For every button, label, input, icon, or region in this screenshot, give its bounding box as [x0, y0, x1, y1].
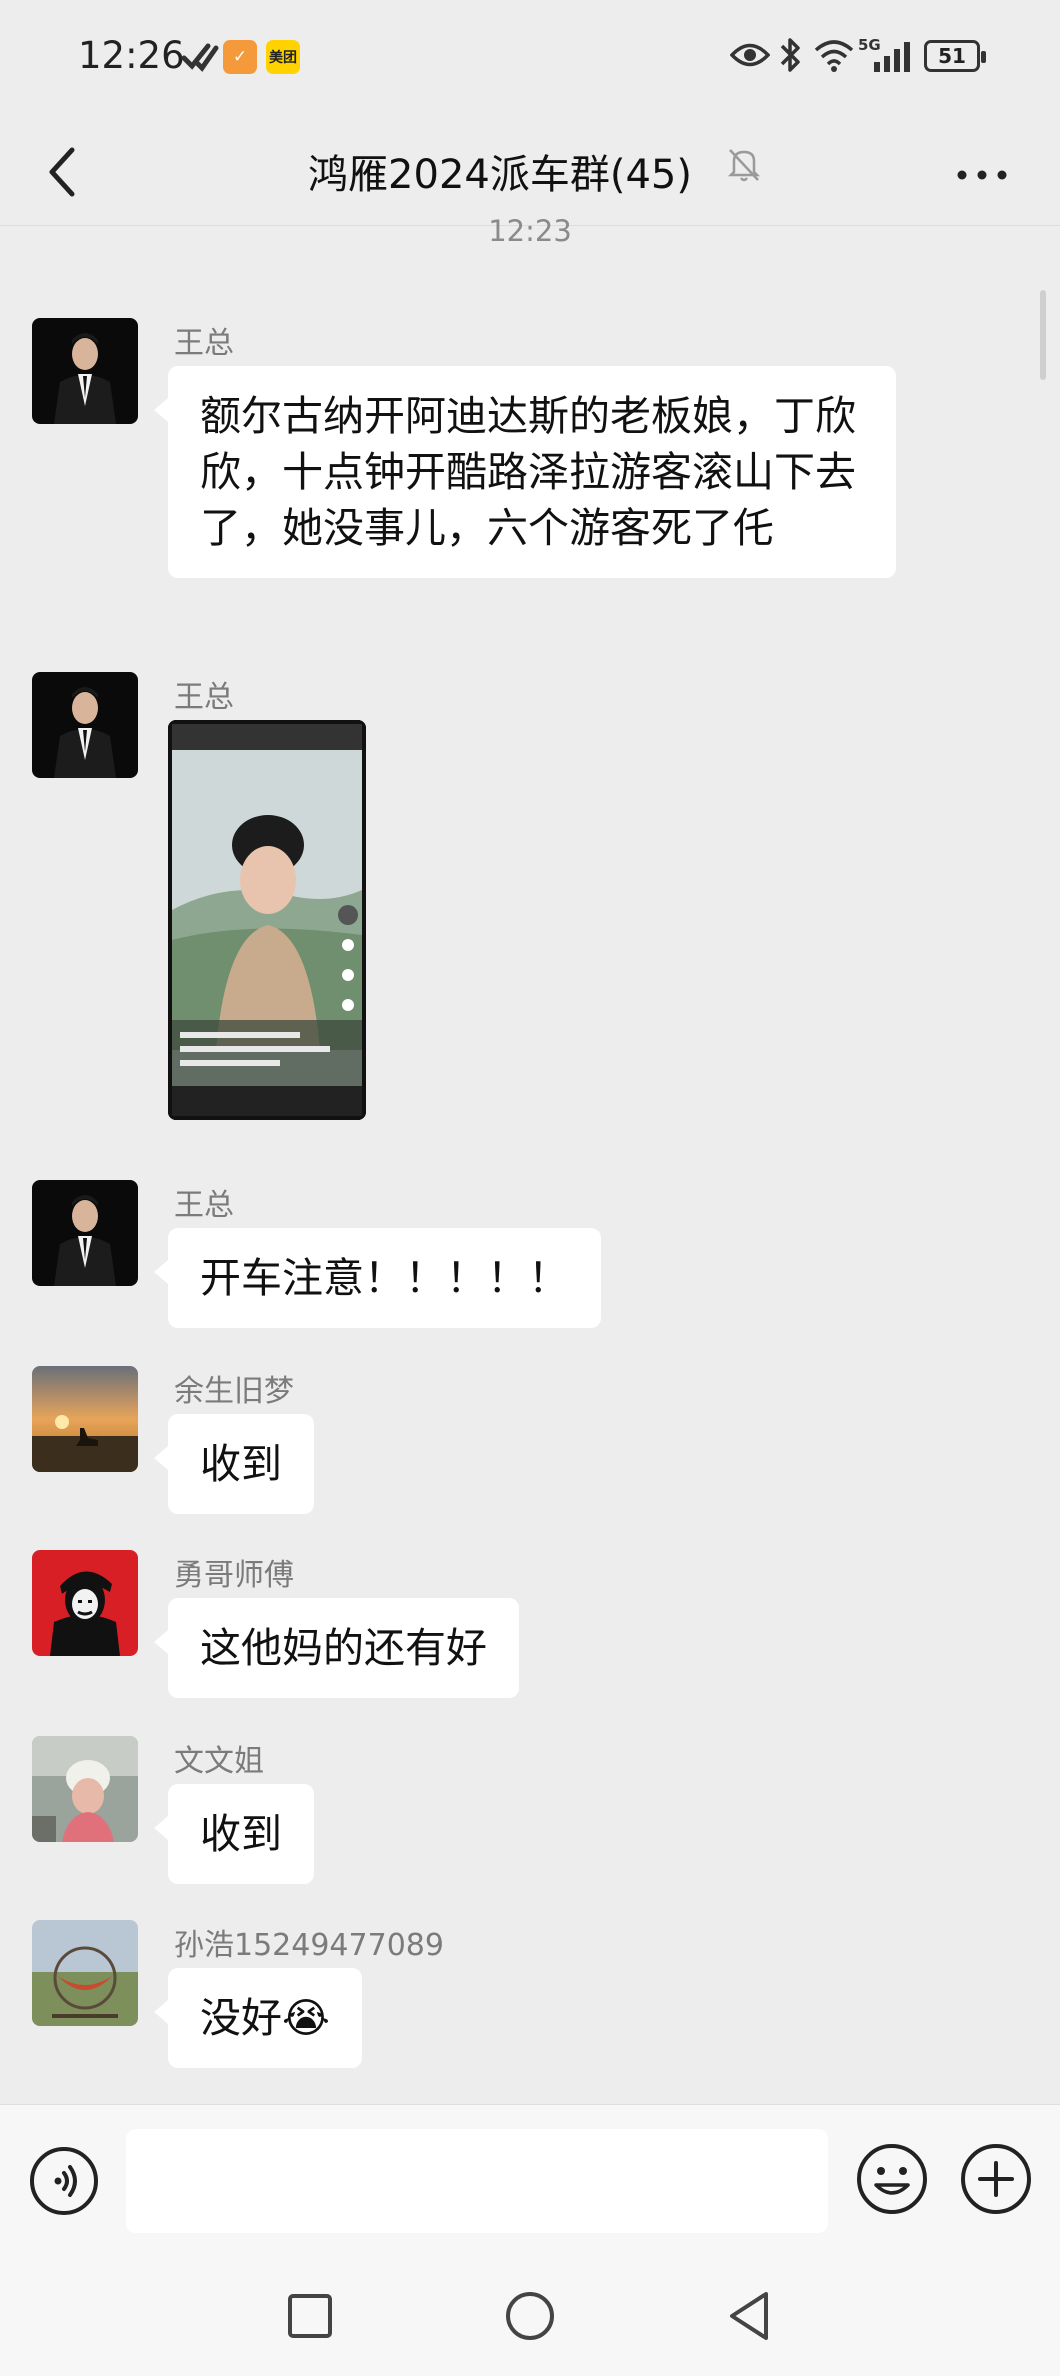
avatar-portrait-red-icon: [32, 1550, 138, 1656]
meituan-badge-icon: 美团: [266, 40, 300, 74]
emoji-icon[interactable]: [854, 2141, 930, 2217]
sender-name: 王总: [174, 326, 234, 361]
sender-name: 余生旧梦: [174, 1374, 294, 1409]
sender-name: 文文姐: [174, 1744, 264, 1779]
message-bubble[interactable]: 这他妈的还有好: [154, 1598, 519, 1698]
avatar-hammock-icon: [32, 1920, 138, 2026]
app-badge-heart-icon: ✓: [223, 40, 257, 74]
eye-icon: [730, 43, 770, 67]
message-text: 收到: [200, 1440, 282, 1488]
message-text: 没好😭: [200, 1994, 330, 2042]
wifi-icon: [814, 40, 854, 72]
message-bubble[interactable]: 没好😭: [154, 1968, 362, 2068]
video-screenshot-image: [168, 720, 366, 1120]
avatar-man-suit-icon: [32, 672, 138, 778]
avatar-person-car-icon: [32, 1736, 138, 1842]
sender-name: 孙浩15249477089: [174, 1928, 444, 1963]
avatar[interactable]: [32, 1180, 138, 1286]
home-icon[interactable]: [500, 2286, 560, 2346]
cell-signal-icon: [874, 42, 910, 72]
message-text: 收到: [200, 1810, 282, 1858]
avatar-man-suit-icon: [32, 318, 138, 424]
avatar[interactable]: [32, 318, 138, 424]
status-bar: 12:26 ✓ 美团 5G 51: [0, 0, 1060, 120]
avatar[interactable]: [32, 672, 138, 778]
avatar[interactable]: [32, 1736, 138, 1842]
avatar[interactable]: [32, 1920, 138, 2026]
message-timestamp: 12:23: [488, 214, 572, 248]
mute-bell-icon: [727, 149, 761, 182]
back-triangle-icon[interactable]: [720, 2286, 780, 2346]
avatar[interactable]: [32, 1550, 138, 1656]
battery-indicator: 51: [924, 40, 986, 72]
sender-name: 王总: [174, 680, 234, 715]
bluetooth-icon: [780, 38, 800, 72]
image-message-thumbnail[interactable]: [168, 720, 366, 1120]
avatar-sunset-rider-icon: [32, 1366, 138, 1472]
message-text-input[interactable]: [126, 2129, 828, 2233]
avatar[interactable]: [32, 1366, 138, 1472]
message-bubble[interactable]: 收到: [154, 1784, 314, 1884]
sender-name: 王总: [174, 1188, 234, 1223]
add-attachment-icon[interactable]: [958, 2141, 1034, 2217]
message-bubble[interactable]: 额尔古纳开阿迪达斯的老板娘，丁欣欣，十点钟开酷路泽拉游客滚山下去了，她没事儿，六…: [154, 366, 896, 578]
message-text: 额尔古纳开阿迪达斯的老板娘，丁欣欣，十点钟开酷路泽拉游客滚山下去了，她没事儿，六…: [200, 392, 856, 552]
avatar-man-suit-icon: [32, 1180, 138, 1286]
system-navigation-bar: [0, 2258, 1060, 2376]
message-bubble[interactable]: 收到: [154, 1414, 314, 1514]
signal-app-icon: [181, 43, 219, 72]
scrollbar-thumb[interactable]: [1040, 290, 1046, 380]
message-text: 这他妈的还有好: [200, 1624, 487, 1672]
message-text: 开车注意！！！！！: [200, 1254, 569, 1302]
voice-input-icon[interactable]: [28, 2145, 100, 2217]
message-input-bar: [0, 2104, 1060, 2258]
status-time: 12:26: [78, 34, 185, 77]
group-title: 鸿雁2024派车群(45): [308, 152, 692, 198]
sender-name: 勇哥师傅: [174, 1558, 294, 1593]
recent-apps-icon[interactable]: [280, 2286, 340, 2346]
message-bubble[interactable]: 开车注意！！！！！: [154, 1228, 601, 1328]
more-options-icon[interactable]: [952, 150, 1012, 200]
chat-header: 鸿雁2024派车群(45): [0, 120, 1060, 226]
